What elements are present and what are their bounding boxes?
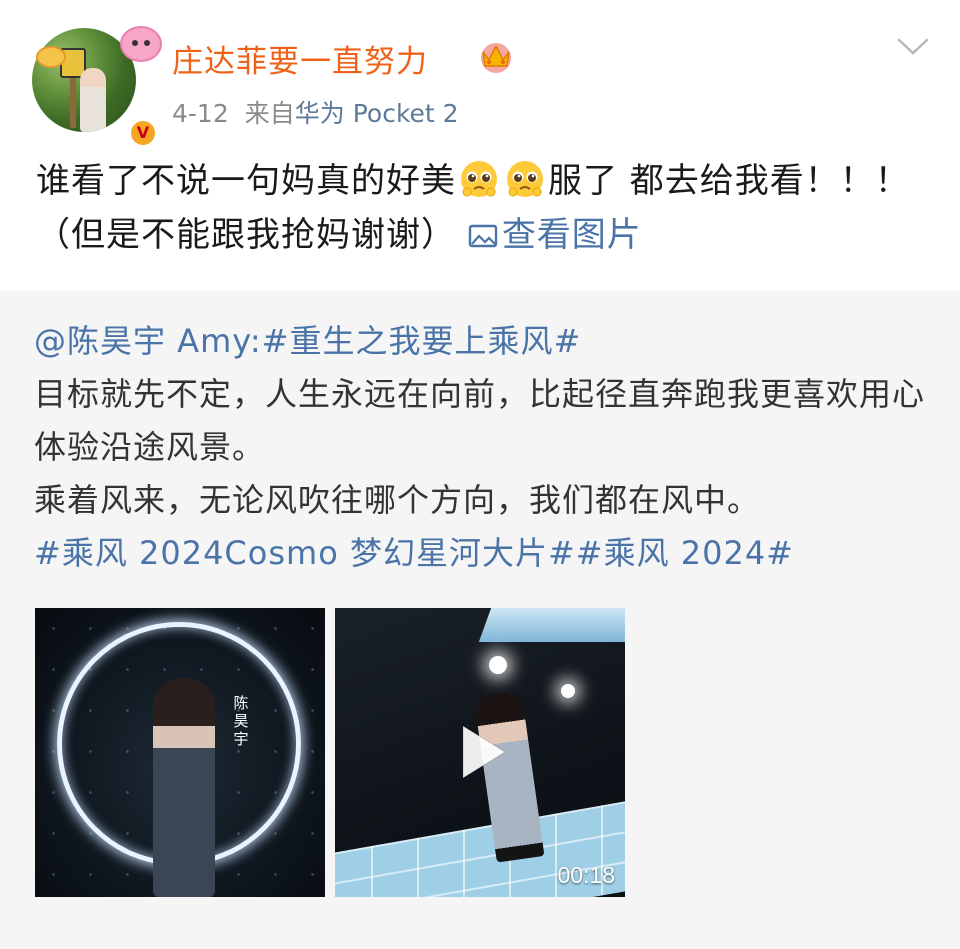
- sign-pole: [70, 78, 76, 128]
- media-image-1[interactable]: 陈昊宇: [35, 608, 325, 897]
- avatar-decoration-pink-character: [120, 26, 162, 62]
- pleading-face-emoji: [507, 161, 543, 197]
- ceiling-light-panel: [478, 608, 625, 642]
- view-pictures-label: 查看图片: [501, 215, 642, 255]
- hashtags-link[interactable]: #乘风 2024Cosmo 梦幻星河大片##乘风 2024#: [34, 527, 934, 580]
- post-source-prefix: 来自: [244, 99, 295, 128]
- lamp-light: [561, 684, 575, 698]
- post-date: 4-12: [172, 99, 229, 128]
- pleading-face-emoji: [461, 161, 497, 197]
- user-name[interactable]: 庄达菲要一直努力: [172, 36, 428, 81]
- chevron-down-icon[interactable]: [896, 36, 930, 58]
- image-overlay-text: 陈昊宇: [233, 694, 249, 748]
- post-text-part1: 谁看了不说一句妈真的好美: [36, 161, 456, 201]
- avatar-decoration-fruit: [36, 46, 66, 68]
- topic-link[interactable]: #重生之我要上乘风#: [262, 322, 582, 360]
- avatar[interactable]: V: [28, 22, 162, 148]
- crown-icon[interactable]: [476, 38, 516, 74]
- avatar-person: [80, 68, 106, 132]
- post-header: V 庄达菲要一直努力 4-12 来自华为 Pocket 2: [0, 0, 960, 148]
- repost-line1: 目标就先不定，人生永远在向前，比起径直奔跑我更喜欢用心体验沿途风景。: [34, 375, 926, 466]
- media-video-1[interactable]: 00:18: [335, 608, 625, 897]
- view-pictures-link[interactable]: 查看图片: [468, 215, 642, 255]
- post-meta: 4-12 来自华为 Pocket 2: [172, 94, 459, 130]
- lamp-light: [489, 656, 507, 674]
- post-device-link[interactable]: 华为 Pocket 2: [295, 99, 459, 128]
- post-body: 谁看了不说一句妈真的好美 服了 都去给我看！！！（但是不能跟我抢妈谢谢） 查看图…: [36, 154, 926, 262]
- woman-figure: [153, 678, 215, 897]
- play-icon[interactable]: [453, 720, 511, 784]
- mention-link[interactable]: @陈昊宇 Amy:: [34, 322, 262, 360]
- repost-body: @陈昊宇 Amy:#重生之我要上乘风# 目标就先不定，人生永远在向前，比起径直奔…: [34, 315, 934, 580]
- repost-card[interactable]: @陈昊宇 Amy:#重生之我要上乘风# 目标就先不定，人生永远在向前，比起径直奔…: [0, 291, 960, 949]
- video-duration: 00:18: [557, 862, 615, 888]
- repost-line2: 乘着风来，无论风吹往哪个方向，我们都在风中。: [34, 481, 761, 519]
- image-icon: [468, 224, 498, 248]
- verified-badge: V: [128, 118, 158, 148]
